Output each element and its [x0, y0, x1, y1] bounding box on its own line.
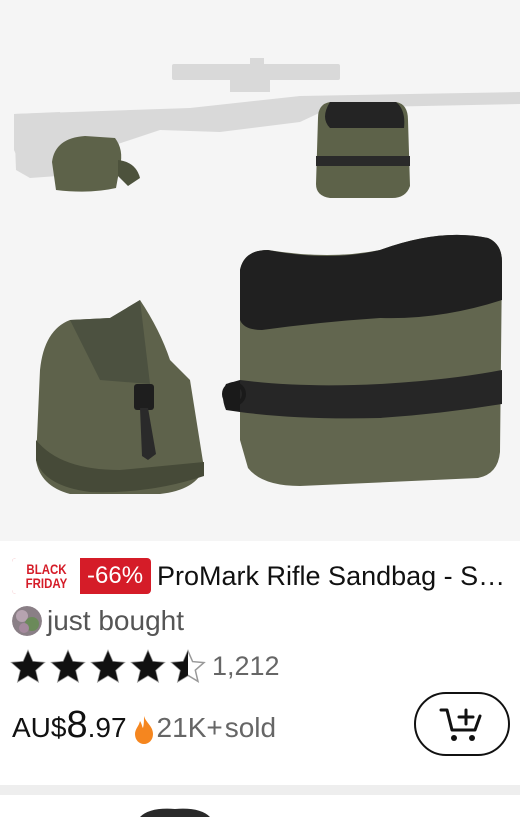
social-proof-text: just bought — [47, 605, 184, 636]
add-to-cart-button[interactable] — [414, 692, 510, 756]
rating-row: 1,212 — [10, 648, 280, 684]
fire-icon — [134, 716, 153, 744]
sold-label: sold — [224, 712, 277, 743]
star-icon — [170, 649, 206, 683]
black-friday-badge: BLACK FRIDAY -66% — [12, 558, 152, 594]
buyer-avatar — [12, 606, 42, 636]
black-friday-line1: BLACK — [25, 561, 67, 577]
social-proof-row: just bought — [12, 603, 184, 639]
review-count: 1,212 — [212, 650, 280, 681]
price-integer: 8 — [66, 704, 88, 746]
product-title[interactable]: ProMark Rifle Sandbag - Shooting Rest Ba… — [157, 561, 518, 592]
black-friday-line2: FRIDAY — [25, 575, 67, 591]
product-card[interactable]: BLACK FRIDAY -66% ProMark Rifle Sandbag … — [0, 0, 520, 785]
add-to-cart-icon — [439, 708, 482, 741]
black-friday-label: BLACK FRIDAY — [12, 558, 80, 594]
star-icon — [130, 649, 166, 683]
star-icon — [50, 649, 86, 683]
star-rating — [10, 649, 210, 683]
product-image[interactable] — [0, 0, 520, 541]
star-icon — [90, 649, 126, 683]
price-currency: AU$ — [12, 712, 67, 743]
star-icon — [10, 649, 46, 683]
discount-label: -66% — [87, 562, 144, 589]
sold-count: 21K+ — [156, 712, 223, 743]
price-decimal: .97 — [87, 712, 127, 743]
page: BLACK FRIDAY -66% ProMark Rifle Sandbag … — [0, 0, 520, 817]
price-row: AU$ 8 .97 21K+ sold — [12, 704, 276, 752]
title-row: BLACK FRIDAY -66% ProMark Rifle Sandbag … — [12, 556, 518, 596]
next-product-card[interactable] — [0, 795, 520, 817]
